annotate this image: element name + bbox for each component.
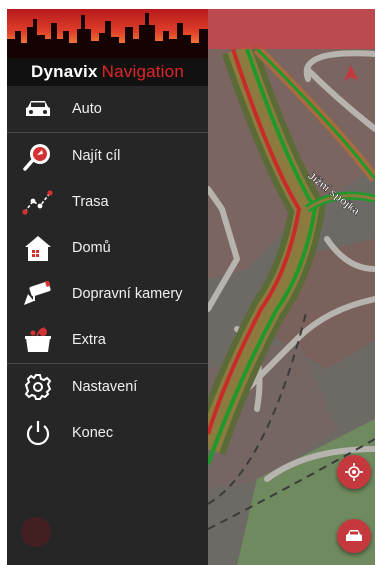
background-action-button xyxy=(21,517,51,547)
brand-secondary: Navigation xyxy=(101,62,184,81)
menu-item-route[interactable]: Trasa xyxy=(7,179,208,225)
power-icon xyxy=(21,417,55,449)
brand-primary: Dynavix xyxy=(31,62,98,81)
menu-item-extra[interactable]: Extra xyxy=(7,317,208,363)
crosshair-icon xyxy=(345,463,363,481)
menu-item-settings[interactable]: Nastavení xyxy=(7,364,208,410)
menu-item-find-destination[interactable]: Najít cíl xyxy=(7,133,208,179)
car-icon xyxy=(346,530,362,541)
navigation-drawer: Dynavix Navigation Auto Najít cíl Trasa … xyxy=(7,9,208,565)
menu-item-traffic-cameras[interactable]: Dopravní kamery xyxy=(7,271,208,317)
menu-item-label: Domů xyxy=(72,240,111,256)
car-icon xyxy=(21,93,55,125)
traffic-camera-icon xyxy=(21,278,55,310)
menu-item-label: Nastavení xyxy=(72,379,138,395)
menu-item-label: Najít cíl xyxy=(72,148,121,164)
menu-item-label: Konec xyxy=(72,425,114,441)
compass-icon[interactable] xyxy=(344,65,358,81)
find-destination-icon xyxy=(21,140,55,172)
locate-button[interactable] xyxy=(337,455,371,489)
home-icon xyxy=(21,232,55,264)
vehicle-mode-button[interactable] xyxy=(337,519,371,553)
drawer-menu: Auto Najít cíl Trasa Domů Dopravní kamer… xyxy=(7,86,208,456)
city-skyline-logo xyxy=(7,13,208,59)
drawer-header: Dynavix Navigation xyxy=(7,9,208,86)
map-top-bar xyxy=(208,9,375,49)
menu-item-home[interactable]: Domů xyxy=(7,225,208,271)
menu-item-auto[interactable]: Auto xyxy=(7,86,208,132)
menu-item-label: Auto xyxy=(72,101,102,117)
app-window: Jižní spojka Dynavix Navigation Auto Naj… xyxy=(7,9,375,565)
menu-item-label: Dopravní kamery xyxy=(72,286,183,302)
extra-icon xyxy=(21,324,55,356)
menu-item-label: Extra xyxy=(72,332,106,348)
menu-item-exit[interactable]: Konec xyxy=(7,410,208,456)
brand-title: Dynavix Navigation xyxy=(7,58,208,86)
menu-item-label: Trasa xyxy=(72,194,109,210)
settings-icon xyxy=(21,371,55,403)
route-icon xyxy=(21,186,55,218)
